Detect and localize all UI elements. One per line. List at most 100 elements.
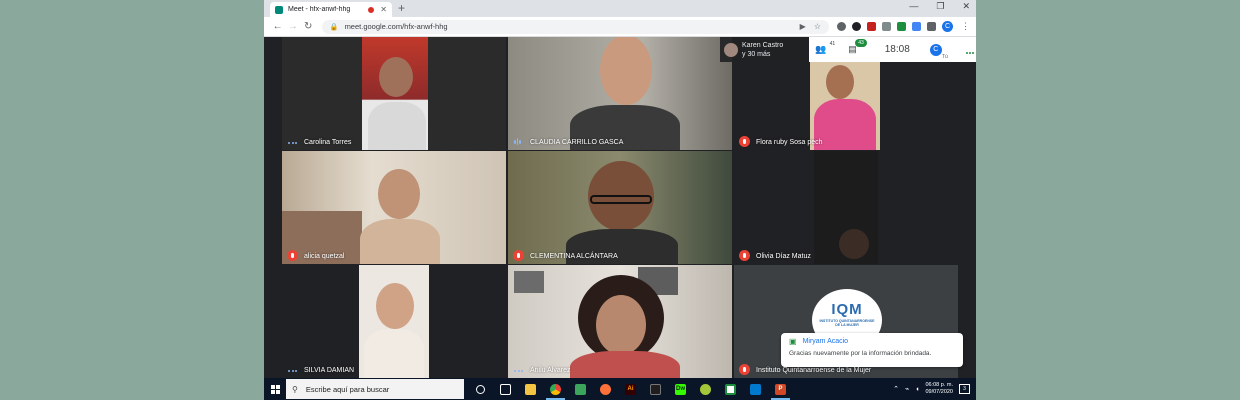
participant-tile[interactable]: CLEMENTINA ALCÁNTARA <box>508 151 732 264</box>
self-label: Tú <box>942 54 948 60</box>
participant-name: Instituto Quintanarroense de la Mujer <box>756 367 872 374</box>
tab-title: Meet - hfx-anwf-hhg <box>288 6 351 13</box>
taskbar-search[interactable]: ⚲ Escribe aquí para buscar <box>286 379 464 399</box>
extensions: C ⋮ <box>836 21 970 32</box>
participant-name: Anilu Alvarez <box>530 367 571 374</box>
terminal-icon[interactable] <box>643 378 668 400</box>
browser-menu-icon[interactable]: ⋮ <box>961 21 970 32</box>
participant-name: Flora ruby Sosa pech <box>756 139 823 146</box>
lock-icon[interactable]: 🔒 <box>330 23 339 31</box>
muted-mic-icon <box>287 250 298 261</box>
participant-name: Carolina Torres <box>304 139 352 146</box>
chat-button[interactable]: ▤ 43 <box>848 39 867 55</box>
more-options-icon[interactable] <box>966 52 974 54</box>
speaking-indicator-icon <box>514 138 521 145</box>
forward-icon[interactable]: → <box>285 21 300 32</box>
logo-subtext: INSTITUTO QUINTANARROENSE DE LA MUJER <box>819 319 875 327</box>
muted-mic-icon <box>739 364 750 375</box>
self-avatar: C <box>929 43 942 56</box>
participant-tile[interactable]: Carolina Torres <box>282 37 506 150</box>
people-button[interactable]: 👥 41 <box>815 41 835 55</box>
volume-icon[interactable]: ◖ <box>915 386 919 393</box>
self-view-button[interactable]: C Tú <box>929 43 948 60</box>
cortana-icon[interactable] <box>468 378 493 400</box>
chrome-icon[interactable] <box>543 378 568 400</box>
bookmark-star-icon[interactable]: ☆ <box>814 22 821 31</box>
back-icon[interactable]: ← <box>270 21 285 32</box>
task-view-icon[interactable] <box>493 378 518 400</box>
file-explorer-icon[interactable] <box>518 378 543 400</box>
browser-tab[interactable]: Meet - hfx-anwf-hhg ✕ <box>270 2 392 17</box>
participant-tile[interactable]: Anilu Alvarez <box>508 265 732 378</box>
presenter-name: Karen Castro <box>742 41 784 49</box>
meet-favicon-icon <box>275 5 283 14</box>
tray-arrow-icon[interactable]: ⌃ <box>893 385 899 393</box>
extension-5-icon[interactable] <box>896 22 906 31</box>
participant-tile[interactable]: Olivia Díaz Matuz <box>734 151 958 264</box>
close-tab-icon[interactable]: ✕ <box>380 5 387 14</box>
vscode-icon[interactable] <box>743 378 768 400</box>
extension-2-icon[interactable] <box>851 22 861 31</box>
taskbar-clock[interactable]: 06:08 p. m. 09/07/2020 <box>925 382 953 396</box>
people-icon: 👥 <box>815 44 827 54</box>
extension-3-icon[interactable] <box>866 22 876 31</box>
talking-indicator-icon <box>514 370 523 372</box>
profile-avatar[interactable]: C <box>941 21 953 32</box>
participant-tile[interactable]: CLAUDIA CARRILLO GASCA <box>508 37 732 150</box>
notification-message: Gracias nuevamente por la información br… <box>789 350 932 357</box>
extension-1-icon[interactable] <box>836 22 846 31</box>
taskbar-time: 06:08 p. m. <box>925 382 953 388</box>
camera-permission-icon[interactable]: ▶ <box>800 22 806 31</box>
participant-name: alicia quetzal <box>304 253 345 260</box>
start-button[interactable] <box>264 378 286 400</box>
system-tray: ⌃ ⌁ ◖ 06:08 p. m. 09/07/2020 3 <box>893 382 976 396</box>
taskbar-apps: Ai Dw P <box>468 378 793 400</box>
muted-mic-icon <box>739 136 750 147</box>
powerpoint-icon[interactable]: P <box>768 378 793 400</box>
window-controls: — ❐ ✕ <box>909 1 970 12</box>
new-tab-icon[interactable]: + <box>398 1 405 15</box>
reload-icon[interactable]: ↻ <box>301 21 316 32</box>
store-app-icon[interactable] <box>568 378 593 400</box>
meet-grid: Carolina Torres CLAUDIA CARRILLO GASCA F… <box>264 37 976 378</box>
action-center-icon[interactable]: 3 <box>959 384 970 394</box>
participant-name: CLAUDIA CARRILLO GASCA <box>530 139 624 146</box>
meet-clock: 18:08 <box>884 44 910 55</box>
firefox-icon[interactable] <box>593 378 618 400</box>
participant-tile[interactable]: SILVIA DAMIAN <box>282 265 506 378</box>
close-window-icon[interactable]: ✕ <box>962 1 970 12</box>
android-icon[interactable] <box>693 378 718 400</box>
participant-name: CLEMENTINA ALCÁNTARA <box>530 253 618 260</box>
meet-top-controls: 👥 41 ▤ 43 18:08 C Tú <box>809 37 976 62</box>
notification-sender: Miryam Acacio <box>802 338 849 345</box>
screen: Meet - hfx-anwf-hhg ✕ + — ❐ ✕ ← → ↻ 🔒 me… <box>264 0 976 400</box>
windows-logo-icon <box>270 384 280 394</box>
address-bar[interactable]: 🔒 meet.google.com/hfx-anwf-hhg ▶ ☆ <box>321 19 829 34</box>
muted-mic-icon <box>513 250 524 261</box>
muted-mic-icon <box>739 250 750 261</box>
extension-6-icon[interactable] <box>911 22 921 31</box>
people-count: 41 <box>829 41 836 47</box>
windows-taskbar: ⚲ Escribe aquí para buscar Ai Dw P ⌃ ⌁ ◖… <box>264 378 976 400</box>
network-icon[interactable]: ⌁ <box>905 385 909 393</box>
presenter-chip[interactable]: Karen Castro y 30 más <box>720 37 806 62</box>
search-placeholder: Escribe aquí para buscar <box>305 384 390 394</box>
taskbar-date: 09/07/2020 <box>925 389 953 395</box>
talking-indicator-icon <box>288 142 297 144</box>
restore-icon[interactable]: ❐ <box>936 1 944 12</box>
chat-message-icon: ▣ <box>789 337 797 346</box>
notification-count: 3 <box>963 386 966 392</box>
talking-indicator-icon <box>288 370 297 372</box>
app-green-icon[interactable] <box>718 378 743 400</box>
participant-tile[interactable]: alicia quetzal <box>282 151 506 264</box>
extension-4-icon[interactable] <box>881 22 891 31</box>
address-row: ← → ↻ 🔒 meet.google.com/hfx-anwf-hhg ▶ ☆… <box>264 17 976 37</box>
chat-notification[interactable]: ▣ Miryam Acacio Gracias nuevamente por l… <box>781 333 963 367</box>
dreamweaver-icon[interactable]: Dw <box>668 378 693 400</box>
minimize-icon[interactable]: — <box>909 1 918 12</box>
illustrator-icon[interactable]: Ai <box>618 378 643 400</box>
presenter-avatar <box>724 42 738 57</box>
presenter-others: y 30 más <box>742 50 771 58</box>
logo-text: IQM <box>831 301 863 318</box>
extensions-puzzle-icon[interactable] <box>926 22 936 31</box>
